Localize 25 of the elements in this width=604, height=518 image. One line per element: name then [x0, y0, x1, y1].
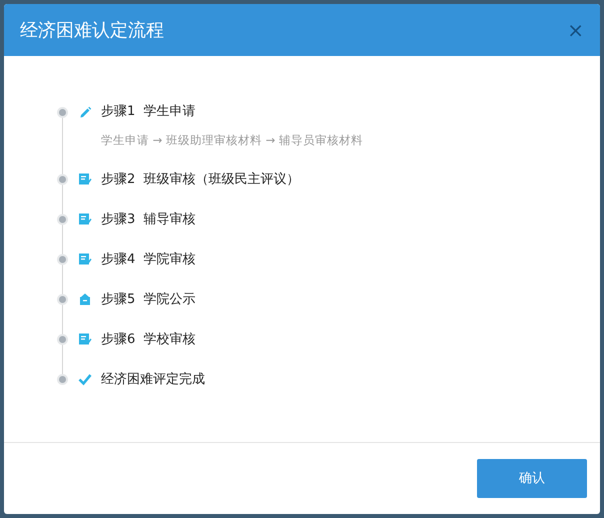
document-icon — [78, 252, 92, 266]
timeline-dot — [57, 334, 68, 345]
document-icon — [78, 212, 92, 226]
bag-icon — [78, 292, 92, 306]
step-title: 步骤1 学生申请 — [101, 103, 196, 122]
step-title: 步骤2 班级审核（班级民主评议） — [101, 170, 300, 188]
dialog-title: 经济困难认定流程 — [20, 18, 164, 42]
document-icon — [78, 332, 92, 346]
step-title: 步骤6 学校审核 — [101, 330, 196, 348]
document-icon — [78, 172, 92, 186]
step-title: 经济困难评定完成 — [101, 370, 205, 388]
check-icon — [78, 372, 92, 386]
timeline-dot — [57, 374, 68, 385]
timeline-dot — [57, 294, 68, 305]
step-title: 步骤5 学院公示 — [101, 290, 196, 308]
timeline-dot — [57, 174, 68, 185]
timeline-dot — [57, 254, 68, 265]
pencil-icon — [78, 105, 92, 119]
step-title: 步骤3 辅导审核 — [101, 210, 196, 228]
step-description: 学生申请 → 班级助理审核材料 → 辅导员审核材料 — [101, 132, 364, 149]
timeline-dot — [57, 214, 68, 225]
close-button[interactable]: × — [567, 20, 584, 40]
timeline-dot — [57, 106, 68, 118]
step-title: 步骤4 学院审核 — [101, 250, 196, 268]
confirm-button[interactable]: 确认 — [477, 459, 587, 498]
